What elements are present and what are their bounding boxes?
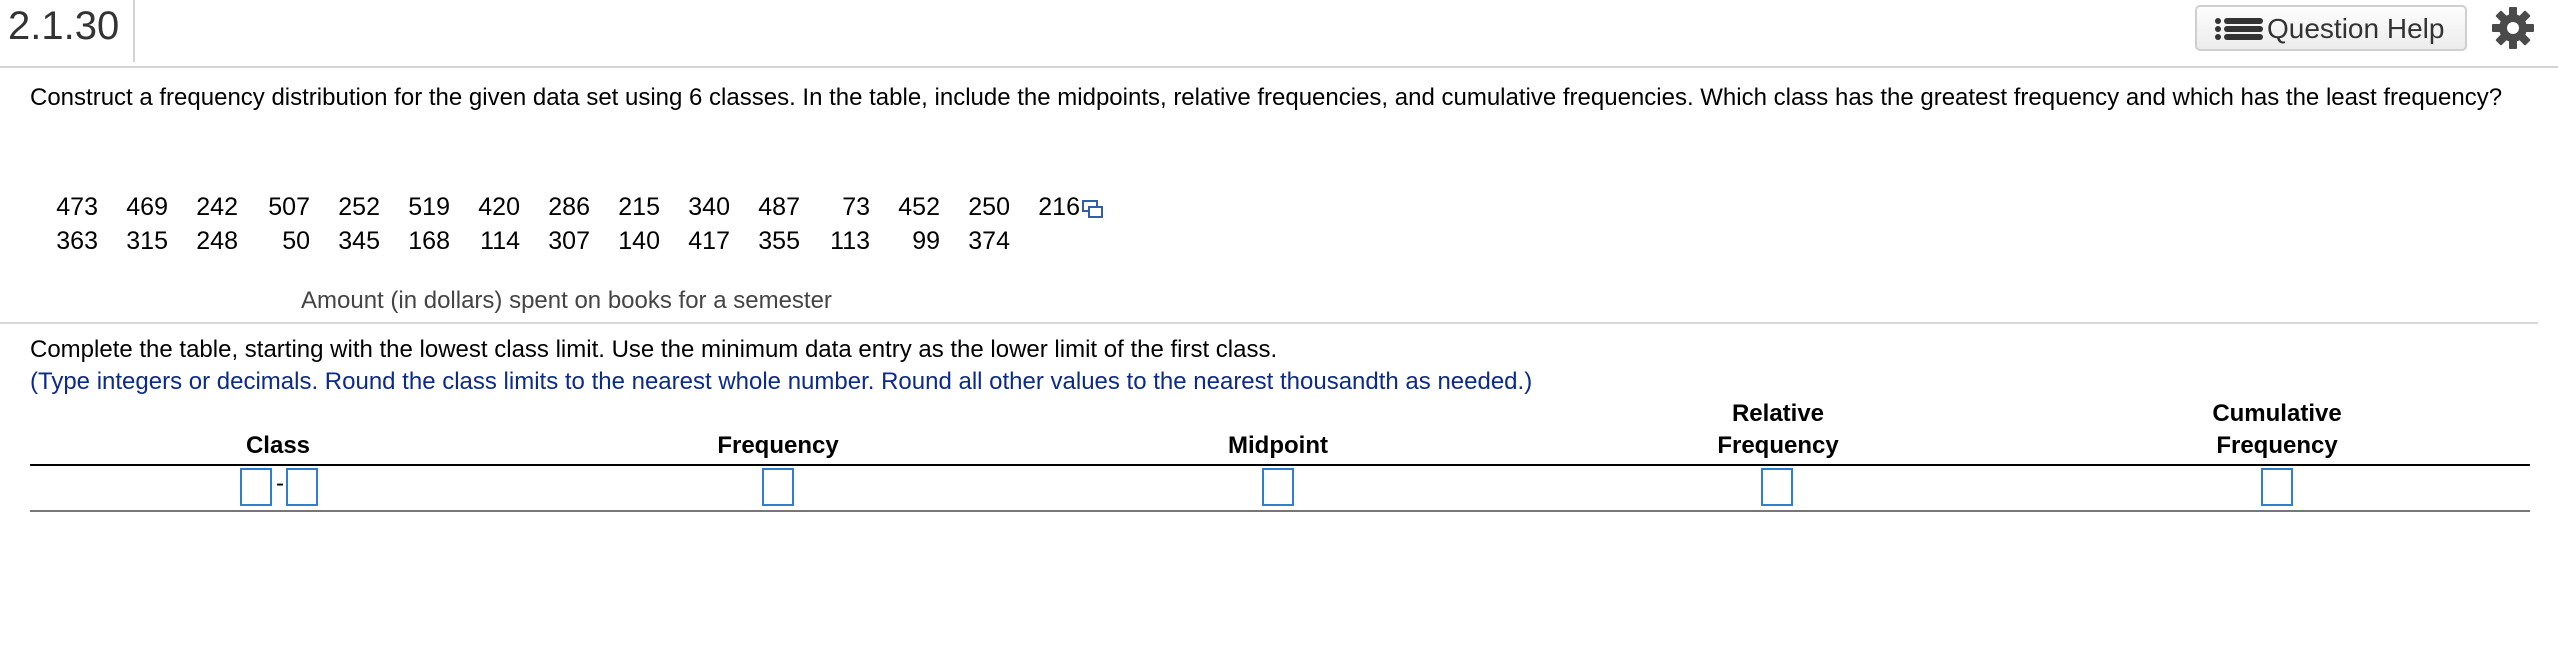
header-frequency: Frequency: [678, 398, 878, 462]
question-help-button[interactable]: Question Help: [2195, 5, 2467, 51]
class-separator: -: [276, 470, 284, 497]
data-value: 355: [758, 227, 800, 255]
data-value: 73: [842, 193, 870, 221]
data-value: 363: [56, 227, 98, 255]
data-value: 420: [478, 193, 520, 221]
class-lower-input[interactable]: [240, 468, 272, 506]
question-help-label: Question Help: [2267, 13, 2445, 44]
question-prompt: Construct a frequency distribution for t…: [30, 84, 2503, 111]
data-value: 140: [618, 227, 660, 255]
data-value: 215: [618, 193, 660, 221]
data-value: 469: [126, 193, 168, 221]
header-frequency-label: Frequency: [717, 432, 839, 459]
question-number: 2.1.30: [8, 0, 136, 62]
class-upper-input[interactable]: [286, 468, 318, 506]
data-value: 345: [338, 227, 380, 255]
data-caption: Amount (in dollars) spent on books for a…: [301, 287, 832, 314]
data-value: 252: [338, 193, 380, 221]
header-midpoint-label: Midpoint: [1228, 432, 1328, 459]
data-value: 487: [758, 193, 800, 221]
table-rule-top: [30, 464, 2530, 466]
data-row: 473 469 242 507 252 519 420 286 215 340 487 73 452 25…: [48, 190, 1148, 224]
instructions-note: (Type integers or decimals. Round the cl…: [30, 368, 1533, 395]
header-cumulative-line2: Frequency: [2216, 432, 2338, 459]
data-value: 216: [1038, 193, 1080, 221]
data-value: 452: [898, 193, 940, 221]
data-value: 473: [56, 193, 98, 221]
list-icon: [2215, 18, 2263, 40]
cumulative-frequency-input[interactable]: [2261, 468, 2293, 506]
header-class-label: Class: [245, 432, 311, 459]
data-value: 250: [968, 193, 1010, 221]
header-relative-line2: Frequency: [1717, 432, 1839, 459]
gear-icon[interactable]: [2491, 6, 2535, 50]
header-cumulative-frequency: Cumulative Frequency: [2177, 398, 2377, 462]
header-cumulative-line1: Cumulative: [2212, 400, 2342, 427]
data-value: 417: [688, 227, 730, 255]
instructions-text: Complete the table, starting with the lo…: [30, 336, 1278, 363]
data-value: 99: [912, 227, 940, 255]
instructions: Complete the table, starting with the lo…: [30, 334, 1532, 398]
data-value: 168: [408, 227, 450, 255]
data-value: 113: [830, 227, 870, 255]
data-value: 507: [268, 193, 310, 221]
copy-data-icon[interactable]: [1082, 198, 1104, 220]
top-bar: 2.1.30 Question Help: [0, 0, 2558, 68]
data-value: 519: [408, 193, 450, 221]
frequency-input[interactable]: [762, 468, 794, 506]
data-value: 248: [196, 227, 238, 255]
data-value: 307: [548, 227, 590, 255]
data-value: 242: [196, 193, 238, 221]
data-row: 363 315 248 50 345 168 114 307 140 417 355 113 99 374: [48, 224, 1148, 258]
data-value: 50: [282, 227, 310, 255]
header-midpoint: Midpoint: [1178, 398, 1378, 462]
table-rule-bottom: [30, 510, 2530, 512]
data-value: 340: [688, 193, 730, 221]
data-value: 114: [480, 227, 520, 255]
data-value: 374: [968, 227, 1010, 255]
midpoint-input[interactable]: [1262, 468, 1294, 506]
relative-frequency-input[interactable]: [1761, 468, 1793, 506]
header-class: Class: [178, 398, 378, 462]
header-relative-line1: Relative: [1731, 400, 1825, 427]
data-set: 473 469 242 507 252 519 420 286 215 340 487 73 452 25…: [48, 190, 1148, 258]
divider: [0, 322, 2538, 324]
header-relative-frequency: Relative Frequency: [1678, 398, 1878, 462]
data-value: 286: [548, 193, 590, 221]
data-value: 315: [126, 227, 168, 255]
